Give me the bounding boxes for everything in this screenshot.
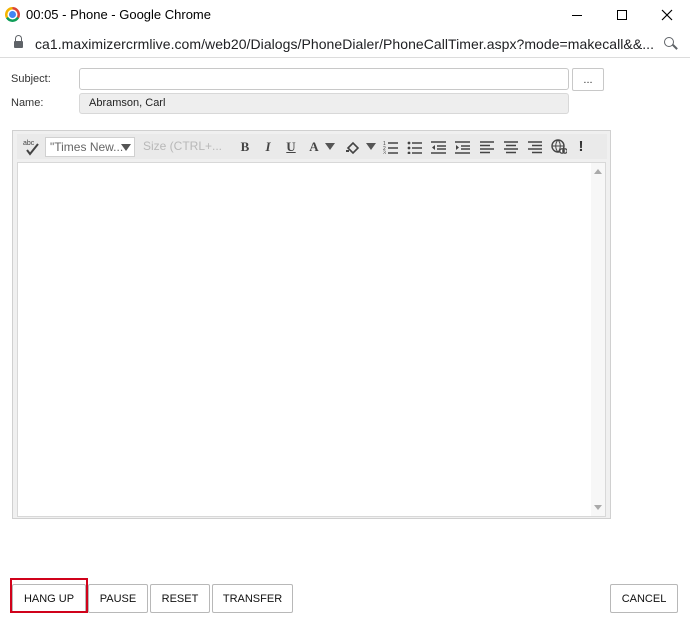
scroll-up-arrow-icon[interactable] <box>594 169 602 174</box>
highlight-button[interactable] <box>343 134 363 159</box>
hang-up-highlight-box <box>10 578 88 613</box>
italic-button[interactable]: I <box>260 134 276 159</box>
name-label: Name: <box>11 97 44 109</box>
bold-button[interactable]: B <box>237 134 253 159</box>
highlight-dropdown[interactable] <box>365 134 377 159</box>
font-color-button[interactable]: A <box>306 134 322 159</box>
close-icon <box>661 9 673 21</box>
pause-button[interactable]: PAUSE <box>88 584 148 613</box>
subject-label: Subject: <box>11 73 51 85</box>
underline-button[interactable]: U <box>283 134 299 159</box>
subject-lookup-button[interactable]: ... <box>572 68 604 91</box>
lock-icon[interactable] <box>14 35 23 48</box>
editor-text-area[interactable] <box>17 162 606 517</box>
hyperlink-button[interactable] <box>549 134 569 159</box>
editor-toolbar: abc "Times New... Size (CTRL+... B I U A <box>17 134 607 159</box>
bullet-list-button[interactable] <box>405 134 425 159</box>
bullet-list-icon <box>407 141 422 154</box>
maximize-icon <box>617 10 627 20</box>
maximize-button[interactable] <box>599 0 645 30</box>
font-family-value: "Times New... <box>50 140 124 154</box>
cancel-button[interactable]: CANCEL <box>610 584 678 613</box>
font-color-dropdown[interactable] <box>324 134 336 159</box>
editor-scrollbar[interactable] <box>591 163 605 516</box>
align-left-button[interactable] <box>477 134 497 159</box>
name-field: Abramson, Carl <box>79 93 569 114</box>
title-bar: 00:05 - Phone - Google Chrome <box>0 0 690 30</box>
outdent-button[interactable] <box>429 134 449 159</box>
chrome-logo-icon <box>5 7 20 22</box>
indent-icon <box>455 140 470 154</box>
priority-button[interactable]: ! <box>573 134 589 159</box>
font-family-select[interactable]: "Times New... <box>45 137 135 157</box>
numbered-list-icon: 1 2 3 <box>383 141 398 154</box>
align-center-button[interactable] <box>501 134 521 159</box>
hyperlink-globe-icon <box>551 138 567 154</box>
minimize-button[interactable] <box>554 0 600 30</box>
url-text[interactable]: ca1.maximizercrmlive.com/web20/Dialogs/P… <box>35 36 654 52</box>
spellcheck-button[interactable]: abc <box>21 134 43 159</box>
close-button[interactable] <box>644 0 690 30</box>
reset-button[interactable]: RESET <box>150 584 210 613</box>
highlight-icon <box>346 141 360 154</box>
font-size-select[interactable]: Size (CTRL+... <box>141 137 222 157</box>
indent-button[interactable] <box>453 134 473 159</box>
window-title: 00:05 - Phone - Google Chrome <box>26 7 211 22</box>
dropdown-arrow-icon <box>325 142 335 150</box>
align-right-icon <box>528 140 542 153</box>
minimize-icon <box>572 14 582 16</box>
zoom-icon[interactable] <box>664 37 678 51</box>
align-right-button[interactable] <box>525 134 545 159</box>
notes-editor: abc "Times New... Size (CTRL+... B I U A <box>12 130 611 519</box>
align-center-icon <box>504 140 518 153</box>
font-dropdown-arrow-icon <box>121 144 131 151</box>
dropdown-arrow-icon <box>366 142 376 150</box>
outdent-icon <box>431 140 446 154</box>
svg-text:abc: abc <box>23 140 35 147</box>
subject-input[interactable] <box>79 68 569 90</box>
transfer-button[interactable]: TRANSFER <box>212 584 293 613</box>
numbered-list-button[interactable]: 1 2 3 <box>381 134 401 159</box>
align-left-icon <box>480 140 494 153</box>
spellcheck-icon: abc <box>23 140 39 156</box>
address-bar: ca1.maximizercrmlive.com/web20/Dialogs/P… <box>0 30 690 58</box>
svg-text:3: 3 <box>383 150 386 154</box>
scroll-down-arrow-icon[interactable] <box>594 505 602 510</box>
